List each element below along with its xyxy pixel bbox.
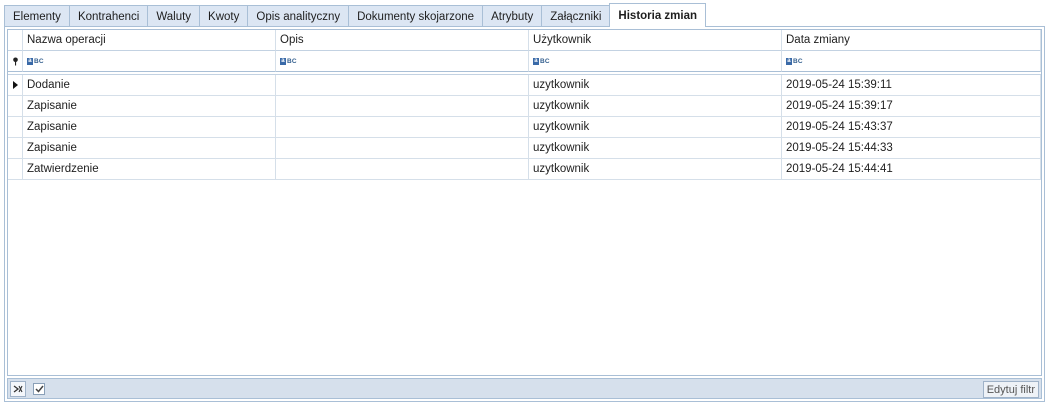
cell-date[interactable]: 2019-05-24 15:43:37 [782,117,1041,138]
tab-zalaczniki[interactable]: Załączniki [541,5,611,27]
filter-enabled-checkbox[interactable] [33,383,45,395]
cell-operation[interactable]: Zapisanie [23,117,276,138]
cell-description[interactable] [276,96,529,117]
filter-cell-description[interactable]: a BC [276,51,529,72]
column-header-description[interactable]: Opis [276,30,529,51]
tab-dokumenty-skojarzone[interactable]: Dokumenty skojarzone [348,5,484,27]
cell-operation[interactable]: Zapisanie [23,96,276,117]
history-grid: Nazwa operacji Opis Użytkownik Data zmia… [7,29,1042,376]
cell-user[interactable]: uzytkownik [529,159,782,180]
table-row[interactable]: Zapisanie uzytkownik 2019-05-24 15:43:37 [8,117,1041,138]
tab-kontrahenci[interactable]: Kontrahenci [68,5,149,27]
abc-icon: a BC [27,57,44,65]
column-header-date[interactable]: Data zmiany [782,30,1041,51]
cell-date[interactable]: 2019-05-24 15:44:33 [782,138,1041,159]
cell-operation[interactable]: Dodanie [23,75,276,96]
abc-icon: a BC [786,57,803,65]
abc-icon: a BC [533,57,550,65]
table-row[interactable]: Zapisanie uzytkownik 2019-05-24 15:39:17 [8,96,1041,117]
row-indicator-header [8,30,23,51]
row-indicator [8,117,23,138]
filter-cell-user[interactable]: a BC [529,51,782,72]
filter-cell-operation[interactable]: a BC [23,51,276,72]
tab-waluty[interactable]: Waluty [147,5,201,27]
cell-operation[interactable]: Zapisanie [23,138,276,159]
filter-bar: Edytuj filtr [7,378,1042,399]
column-header-user[interactable]: Użytkownik [529,30,782,51]
cell-user[interactable]: uzytkownik [529,96,782,117]
filter-cell-date[interactable]: a BC [782,51,1041,72]
row-indicator [8,159,23,180]
row-indicator [8,138,23,159]
cell-user[interactable]: uzytkownik [529,75,782,96]
cell-date[interactable]: 2019-05-24 15:39:11 [782,75,1041,96]
row-indicator-icon [8,75,23,96]
cell-user[interactable]: uzytkownik [529,117,782,138]
table-row[interactable]: Zatwierdzenie uzytkownik 2019-05-24 15:4… [8,159,1041,180]
tab-opis-analityczny[interactable]: Opis analityczny [247,5,350,27]
tab-kwoty[interactable]: Kwoty [199,5,249,27]
table-row[interactable]: Zapisanie uzytkownik 2019-05-24 15:44:33 [8,138,1041,159]
pin-icon [8,51,23,72]
cell-description[interactable] [276,75,529,96]
edit-filter-button[interactable]: Edytuj filtr [982,381,1039,398]
cell-date[interactable]: 2019-05-24 15:44:41 [782,159,1041,180]
cell-date[interactable]: 2019-05-24 15:39:17 [782,96,1041,117]
cell-description[interactable] [276,138,529,159]
abc-icon: a BC [280,57,297,65]
history-panel: Nazwa operacji Opis Użytkownik Data zmia… [4,26,1045,402]
table-row[interactable]: Dodanie uzytkownik 2019-05-24 15:39:11 [8,75,1041,96]
cell-user[interactable]: uzytkownik [529,138,782,159]
filter-row: a BC a BC a BC a BC [8,51,1041,72]
cell-description[interactable] [276,159,529,180]
row-indicator [8,96,23,117]
grid-header: Nazwa operacji Opis Użytkownik Data zmia… [8,30,1041,51]
cell-description[interactable] [276,117,529,138]
clear-filter-icon[interactable] [10,381,26,397]
tab-atrybuty[interactable]: Atrybuty [482,5,543,27]
tab-elementy[interactable]: Elementy [4,5,70,27]
tab-historia-zmian[interactable]: Historia zmian [609,3,707,27]
tab-strip: Elementy Kontrahenci Waluty Kwoty Opis a… [4,3,707,27]
column-header-operation[interactable]: Nazwa operacji [23,30,276,51]
cell-operation[interactable]: Zatwierdzenie [23,159,276,180]
